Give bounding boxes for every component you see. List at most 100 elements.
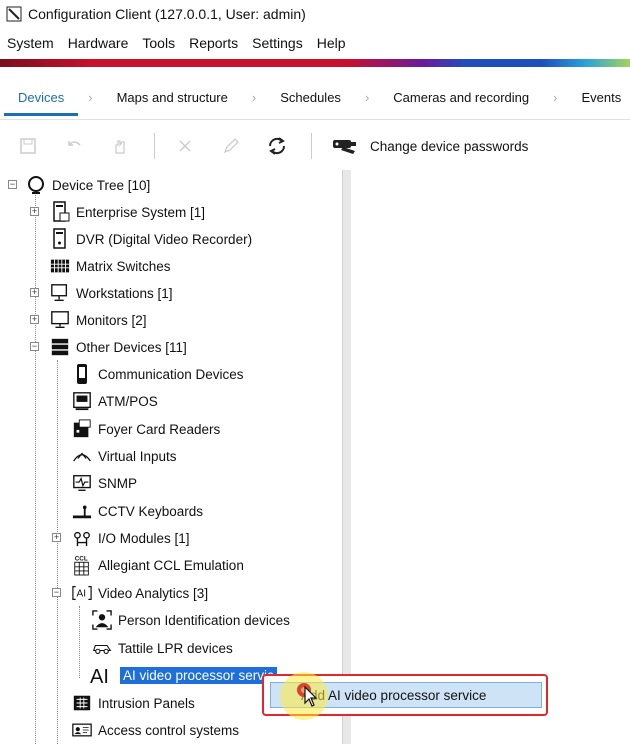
refresh-button[interactable] (265, 134, 289, 158)
tree-item-tattile-lpr[interactable]: Tattile LPR devices (92, 637, 233, 659)
tree-connector (35, 192, 36, 744)
tree-label: Workstations [1] (76, 285, 173, 301)
menu-help[interactable]: Help (310, 35, 353, 51)
chevron-right-icon: › (364, 89, 370, 105)
change-passwords-button[interactable] (330, 134, 360, 158)
nav-divider (0, 119, 630, 120)
tree-item-foyer-card-readers[interactable]: Foyer Card Readers (72, 418, 220, 440)
tree-item-matrix-switches[interactable]: Matrix Switches (50, 255, 171, 277)
tree-item-workstations[interactable]: + Workstations [1] (30, 282, 173, 304)
atm-icon (72, 391, 92, 411)
tree-item-io-modules[interactable]: + I/O Modules [1] (52, 527, 190, 549)
tree-connector (57, 360, 58, 744)
tree-item-allegiant-ccl[interactable]: CCL Allegiant CCL Emulation (72, 554, 244, 576)
tree-item-atm-pos[interactable]: ATM/POS (72, 390, 158, 412)
save-icon (20, 138, 36, 154)
chevron-right-icon: › (88, 89, 93, 105)
tree-item-virtual-inputs[interactable]: Virtual Inputs (72, 445, 177, 467)
tree-item-intrusion-panels[interactable]: Intrusion Panels (72, 692, 195, 714)
matrix-switch-icon (50, 256, 70, 276)
tree-item-video-analytics[interactable]: − AI Video Analytics [3] (52, 582, 208, 604)
title-bar: Configuration Client (127.0.0.1, User: a… (0, 0, 630, 28)
tree-item-other-devices[interactable]: − Other Devices [11] (30, 336, 187, 358)
toolbar-separator (311, 133, 312, 159)
other-devices-icon (50, 337, 70, 357)
menu-reports[interactable]: Reports (182, 35, 245, 51)
mouse-pointer-icon (304, 686, 318, 707)
tab-events[interactable]: Events (579, 90, 623, 105)
brand-stripe (0, 59, 630, 67)
workstation-icon (50, 283, 70, 303)
expand-toggle[interactable]: + (52, 533, 61, 542)
io-module-icon (72, 528, 92, 548)
virtual-input-icon (72, 446, 92, 466)
menu-settings[interactable]: Settings (245, 35, 310, 51)
monitor-icon (50, 310, 70, 330)
tab-devices[interactable]: Devices (3, 90, 79, 116)
expand-toggle[interactable]: + (30, 207, 39, 216)
tree-label: I/O Modules [1] (98, 530, 190, 546)
phone-icon (72, 364, 92, 384)
tree-label: Matrix Switches (76, 258, 171, 274)
close-icon (179, 140, 191, 152)
tree-item-enterprise-system[interactable]: + Enterprise System [1] (30, 201, 205, 223)
tree-item-monitors[interactable]: + Monitors [2] (30, 309, 147, 331)
tree-label: Intrusion Panels (98, 695, 195, 711)
tree-label: Allegiant CCL Emulation (98, 557, 244, 573)
tree-label: SNMP (98, 475, 138, 491)
change-device-passwords-label[interactable]: Change device passwords (370, 139, 528, 154)
svg-text:AI: AI (90, 666, 109, 686)
pencil-icon (223, 138, 239, 154)
collapse-toggle[interactable]: − (52, 588, 61, 597)
expand-toggle[interactable]: + (30, 315, 39, 324)
tree-label: Foyer Card Readers (98, 421, 221, 437)
tree-item-snmp[interactable]: SNMP (72, 472, 137, 494)
ai-icon: AI (88, 665, 116, 686)
collapse-toggle[interactable]: − (8, 180, 17, 189)
undo-button[interactable] (62, 134, 86, 158)
hand-button[interactable] (108, 134, 132, 158)
svg-text:CCL: CCL (75, 555, 88, 562)
tree-item-access-control[interactable]: Access control systems (72, 719, 239, 741)
tree-label: Video Analytics [3] (98, 585, 209, 601)
tree-label: Person Identification devices (118, 612, 290, 628)
tree-item-device-tree[interactable]: − Device Tree [10] (8, 174, 150, 196)
card-reader-icon (72, 419, 92, 439)
password-camera-icon (333, 140, 356, 154)
tree-label: DVR (Digital Video Recorder) (76, 231, 253, 247)
tree-item-person-identification[interactable]: Person Identification devices (92, 609, 290, 631)
car-icon (92, 638, 112, 658)
access-control-icon (72, 720, 92, 740)
tree-label: CCTV Keyboards (98, 503, 204, 519)
menu-system[interactable]: System (0, 35, 61, 51)
toolbar-separator (154, 133, 155, 159)
app-icon (6, 6, 22, 22)
tree-label: Monitors [2] (76, 312, 147, 328)
save-button[interactable] (16, 134, 40, 158)
collapse-toggle[interactable]: − (30, 342, 39, 351)
tree-item-ai-video-processor[interactable]: AI AI video processor servic (88, 664, 277, 686)
device-tree-icon (26, 175, 46, 195)
delete-button[interactable] (173, 134, 197, 158)
refresh-icon (268, 137, 286, 155)
dvr-icon (50, 228, 70, 249)
tree-connector (79, 606, 80, 678)
expand-toggle[interactable]: + (30, 288, 39, 297)
tab-cameras-and-recording[interactable]: Cameras and recording (391, 90, 531, 105)
svg-text:AI: AI (77, 589, 86, 600)
chevron-right-icon: › (553, 89, 558, 105)
tree-item-cctv-keyboards[interactable]: CCTV Keyboards (72, 500, 203, 522)
tree-label: ATM/POS (98, 393, 158, 409)
tree-label: Communication Devices (98, 366, 244, 382)
tree-item-communication-devices[interactable]: Communication Devices (72, 363, 244, 385)
tree-item-dvr[interactable]: DVR (Digital Video Recorder) (50, 228, 252, 250)
edit-button[interactable] (219, 134, 243, 158)
pane-splitter[interactable] (342, 170, 351, 744)
menu-item-label: Add AI video processor service (301, 687, 487, 703)
window-title: Configuration Client (127.0.0.1, User: a… (28, 6, 306, 22)
undo-icon (68, 141, 81, 146)
menu-tools[interactable]: Tools (135, 35, 182, 51)
menu-hardware[interactable]: Hardware (61, 35, 136, 51)
tab-schedules[interactable]: Schedules (278, 90, 343, 105)
tab-maps-and-structure[interactable]: Maps and structure (115, 90, 230, 105)
